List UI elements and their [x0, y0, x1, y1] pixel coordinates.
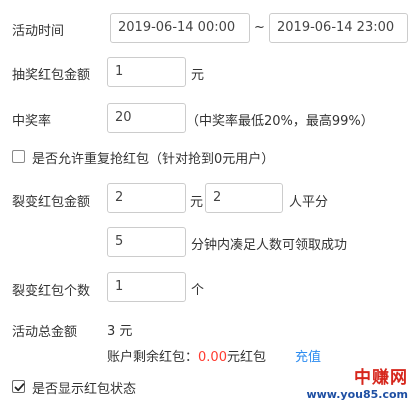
fission-minutes-suffix: 分钟内凑足人数可领取成功 — [191, 238, 348, 253]
lottery-amount-input[interactable]: 1 — [107, 57, 186, 87]
watermark-brand: 中赚网 — [354, 368, 408, 388]
fission-amount-unit: 元 — [190, 195, 204, 210]
fission-people-suffix: 人平分 — [289, 195, 329, 210]
fission-count-label: 裂变红包个数 — [12, 284, 91, 299]
balance-value: 0.00 — [198, 350, 227, 365]
fission-count-unit: 个 — [191, 283, 205, 298]
repeat-grab-checkbox[interactable] — [12, 150, 25, 163]
win-rate-hint: （中奖率最低20%，最高99%） — [186, 114, 374, 129]
watermark-site: www.you85.com — [306, 388, 408, 401]
time-separator: ~ — [254, 20, 265, 35]
balance-prefix: 账户剩余红包： — [107, 350, 199, 365]
fission-amount-input[interactable]: 2 — [107, 183, 186, 213]
balance-suffix: 元红包 — [226, 350, 266, 365]
repeat-grab-label: 是否允许重复抢红包（针对抢到0元用户） — [32, 152, 275, 167]
show-status-checkbox[interactable] — [12, 380, 25, 393]
fission-people-input[interactable]: 2 — [205, 183, 283, 213]
total-amount-label: 活动总金额 — [12, 325, 78, 340]
activity-time-label: 活动时间 — [12, 24, 65, 39]
fission-minutes-input[interactable]: 5 — [107, 227, 186, 257]
lottery-amount-label: 抽奖红包金额 — [12, 68, 91, 83]
win-rate-label: 中奖率 — [12, 114, 52, 129]
fission-count-input[interactable]: 1 — [107, 272, 186, 302]
account-balance-line: 账户剩余红包：0.00元红包 — [107, 346, 266, 365]
start-time-input[interactable]: 2019-06-14 00:00 — [110, 13, 250, 43]
watermark: 中赚网 www.you85.com — [306, 363, 408, 401]
end-time-input[interactable]: 2019-06-14 23:00 — [269, 13, 408, 43]
show-status-label: 是否显示红包状态 — [32, 382, 137, 397]
checkmark-icon — [14, 383, 25, 392]
total-amount-value: 3 元 — [107, 324, 133, 339]
win-rate-input[interactable]: 20 — [107, 103, 186, 133]
lottery-amount-unit: 元 — [191, 68, 205, 83]
fission-amount-label: 裂变红包金额 — [12, 195, 91, 210]
